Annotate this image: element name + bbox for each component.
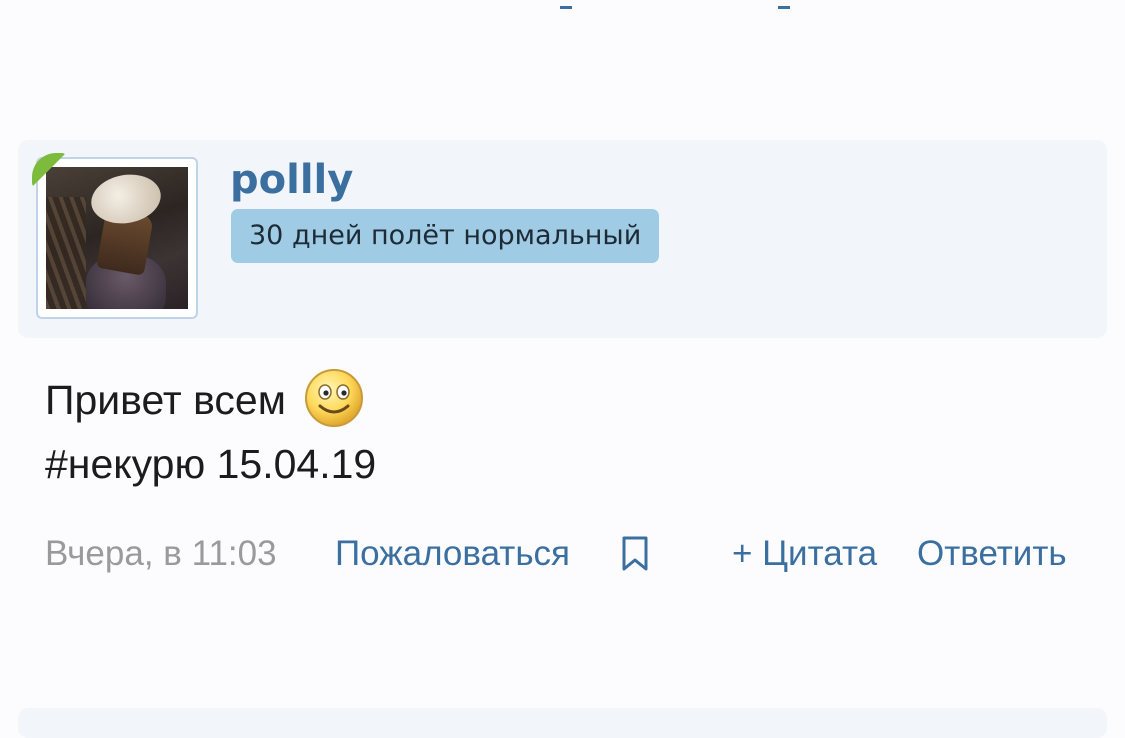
smiley-icon	[304, 368, 364, 428]
post-text-line-2: #некурю 15.04.19	[45, 441, 377, 487]
avatar-ice-cream	[87, 169, 165, 229]
reply-button[interactable]: Ответить	[917, 530, 1067, 578]
username-link[interactable]: pollly	[230, 160, 353, 200]
previous-post-link-fragment	[560, 0, 572, 9]
post-greeting-text: Привет всем	[45, 377, 286, 423]
bookmark-icon[interactable]	[620, 536, 650, 572]
post-text-line-1: Привет всем	[45, 368, 1085, 432]
next-post-header	[18, 708, 1107, 738]
report-link[interactable]: Пожаловаться	[335, 530, 570, 578]
user-title-badge: 30 дней полёт нормальный	[231, 209, 660, 263]
avatar[interactable]	[32, 153, 198, 319]
previous-post-bottom-edge	[0, 0, 1125, 10]
post-footer: Вчера, в 11:03 Пожаловаться + Цитата Отв…	[45, 530, 1085, 578]
previous-post-link-fragment	[778, 0, 790, 9]
post-body: Привет всем #некурю 15.04.19	[45, 368, 1085, 496]
post-timestamp: Вчера, в 11:03	[45, 534, 277, 573]
avatar-background	[46, 197, 86, 309]
avatar-image[interactable]	[46, 167, 188, 309]
post-header: pollly 30 дней полёт нормальный	[18, 140, 1107, 338]
quote-button[interactable]: + Цитата	[732, 530, 877, 578]
